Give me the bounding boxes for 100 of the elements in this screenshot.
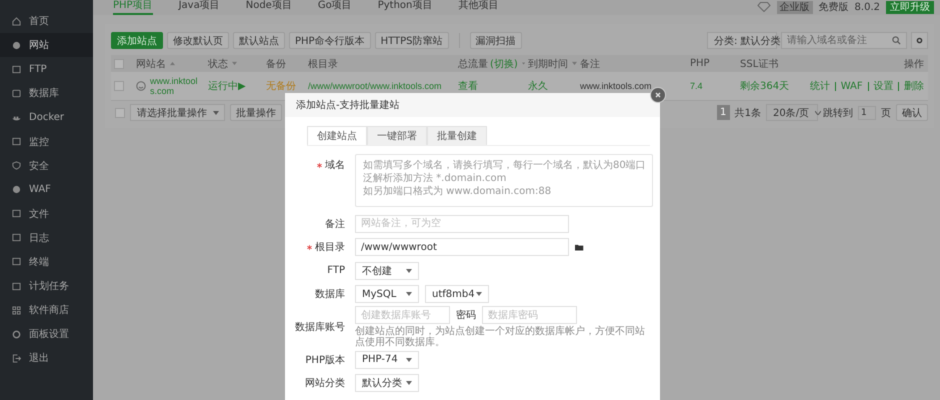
sidebar-item[interactable]: 日志 [0, 226, 93, 250]
jump-label: 跳转到 [823, 106, 853, 120]
dropdown[interactable]: MySQL [355, 285, 419, 304]
project-tab[interactable]: Java项目 [178, 0, 220, 15]
placeholder-text: 如需填写多个域名，请换行填写，每行一个域名，默认为80端口 [363, 160, 645, 171]
toolbar-button[interactable]: 默认站点 [233, 32, 285, 49]
column-header: 备份 [266, 58, 286, 70]
page-number-field[interactable]: 1 [858, 106, 876, 120]
project-tab[interactable]: Python项目 [378, 0, 432, 15]
monitor-icon [12, 137, 21, 146]
toolbar-button[interactable]: 漏洞扫描 [470, 32, 522, 49]
sidebar-item[interactable]: 计划任务 [0, 274, 93, 298]
sidebar-item[interactable]: WAF [0, 178, 93, 202]
toolbar-button[interactable]: 添加站点 [111, 32, 163, 49]
dialog-tab[interactable]: 创建站点 [307, 126, 367, 145]
smiley-icon [136, 81, 146, 91]
caret-icon [815, 110, 822, 114]
page-unit-label: 页 [881, 106, 891, 120]
root-directory-field[interactable]: /www/wwwroot [355, 238, 569, 256]
column-header: 总流量 [458, 58, 488, 70]
sidebar-item[interactable]: 文件 [0, 202, 93, 226]
sidebar-item[interactable]: Docker [0, 105, 93, 130]
sidebar-item[interactable]: FTP [0, 57, 93, 82]
edition-label: 免费版 [818, 0, 849, 14]
dialog-title: 添加站点-支持批量建站 [296, 98, 400, 112]
project-tab[interactable]: 其他项目 [458, 0, 498, 15]
sidebar-item[interactable]: 监控 [0, 129, 93, 154]
checkbox[interactable] [114, 58, 124, 68]
toolbar-button[interactable]: HTTPS防窜站 [374, 32, 449, 49]
sidebar-item[interactable]: 退出 [0, 346, 93, 370]
column-header: 操作 [904, 58, 924, 70]
placeholder-text: 如另加端口格式为 www.domain.com:88 [363, 186, 552, 197]
dialog-tab[interactable]: 一键部署 [367, 126, 427, 145]
dropdown[interactable]: 默认分类 [355, 374, 419, 392]
field-label: FTP [327, 265, 345, 276]
confirm-button[interactable]: 确认 [896, 104, 928, 121]
grid-icon [12, 306, 21, 315]
edition-badge: 企业版 [776, 0, 813, 14]
sidebar-item[interactable]: 数据库 [0, 81, 93, 106]
field-label: PHP版本 [305, 354, 345, 367]
dropdown[interactable]: PHP-74 [355, 350, 419, 369]
batch-select[interactable]: 请选择批量操作 [130, 104, 225, 121]
project-tab[interactable]: Node项目 [246, 0, 292, 15]
field-label: 数据库账号 [295, 320, 345, 334]
upgrade-button[interactable]: 立即升级 [886, 0, 934, 14]
home-icon [12, 16, 21, 26]
field-label: 网站分类 [305, 376, 345, 390]
sort-icon [232, 61, 237, 66]
checkbox[interactable] [115, 108, 125, 118]
column-header: 备注 [580, 58, 600, 70]
sidebar-item[interactable]: 面板设置 [0, 322, 93, 346]
sidebar-item[interactable]: 网站 [0, 33, 93, 58]
note-field[interactable]: 网站备注，可为空 [355, 214, 569, 233]
caret-icon [406, 381, 412, 386]
caret-icon [406, 358, 412, 362]
database-account-field[interactable]: 创建数据库账号 [355, 306, 450, 324]
version-label: 8.0.2 [854, 0, 880, 14]
dropdown[interactable]: utf8mb4 [425, 285, 489, 304]
note-text: www.inktools.com [580, 81, 652, 91]
toolbar-button[interactable]: 修改默认页 [167, 32, 229, 49]
sidebar-item[interactable]: 终端 [0, 250, 93, 274]
column-header: 状态 [208, 58, 228, 70]
globe-icon [12, 40, 21, 50]
total-count: 共1条 [734, 106, 761, 120]
column-header: 网站名 [136, 58, 166, 70]
help-text: 创建站点的同时，为站点创建一个对应的数据库帐户，方便不同站点使用不同数据库。 [355, 326, 645, 348]
search-icon [892, 36, 901, 45]
dropdown[interactable]: 不创建 [355, 262, 419, 280]
dialog-tab[interactable]: 批量创建 [427, 126, 487, 145]
sidebar-item[interactable]: 首页 [0, 9, 93, 34]
field-label: 数据库 [315, 288, 345, 302]
project-tab[interactable]: Go项目 [318, 0, 352, 15]
page-size-select[interactable]: 20条/页 [766, 104, 818, 121]
diamond-icon [756, 2, 771, 12]
database-icon [12, 88, 21, 98]
field-label: 域名 [325, 158, 345, 172]
caret-icon [406, 292, 412, 296]
settings-icon [916, 37, 923, 44]
sidebar-item[interactable]: 安全 [0, 154, 93, 178]
field-label: 根目录 [315, 240, 345, 254]
database-password-field[interactable]: 数据库密码 [482, 306, 577, 324]
column-header: SSL证书 [740, 58, 778, 70]
field-label: 密码 [456, 308, 476, 322]
close-icon [653, 90, 663, 100]
settings-button[interactable] [911, 32, 928, 49]
column-header: PHP [690, 58, 710, 69]
field-label: 备注 [325, 218, 345, 231]
sort-icon [572, 61, 577, 66]
placeholder-text: 泛解析添加方法 *.domain.com [363, 173, 508, 184]
exit-icon [12, 354, 21, 363]
sidebar-item[interactable]: 软件商店 [0, 298, 93, 322]
checkbox[interactable] [114, 81, 124, 91]
caret-icon [213, 110, 219, 114]
page-button[interactable]: 1 [716, 105, 730, 120]
caret-icon [406, 268, 412, 273]
column-header: 根目录 [308, 58, 338, 70]
toolbar-button[interactable]: PHP命令行版本 [289, 32, 371, 49]
batch-button[interactable]: 批量操作 [230, 104, 282, 121]
caret-icon [476, 292, 482, 296]
column-header: 到期时间 [528, 58, 568, 70]
